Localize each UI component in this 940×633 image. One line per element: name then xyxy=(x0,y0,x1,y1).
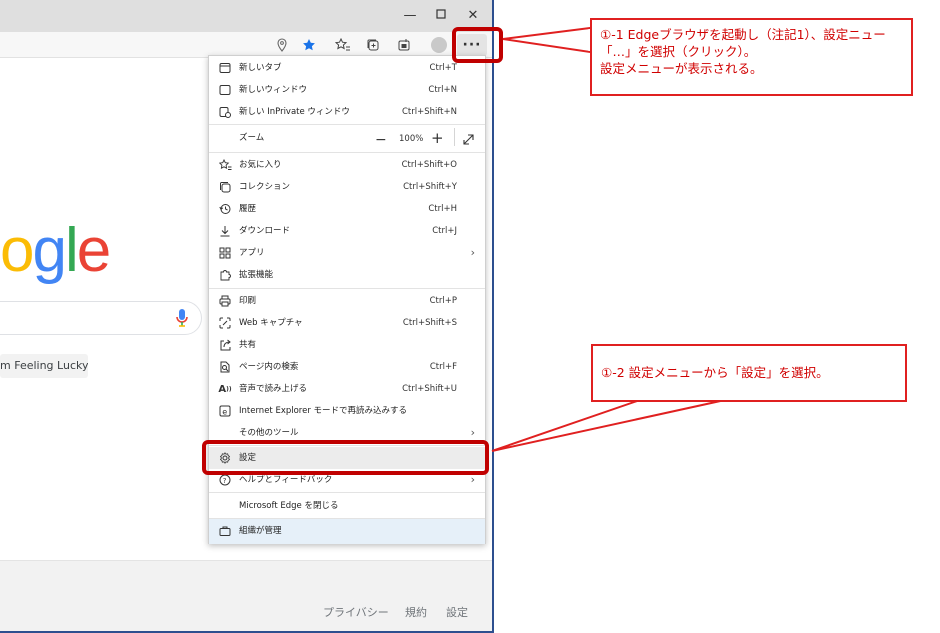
screenshot-stage: — ✕ ··· ogle m Feeling Lucky プライバシー 規約 設… xyxy=(0,0,940,633)
callout-step-2-line-1: ①-2 設定メニューから「設定」を選択。 xyxy=(601,365,829,380)
callout-step-2: ①-2 設定メニューから「設定」を選択。 xyxy=(591,344,907,402)
callout-step-1-line-1: ①-1 Edgeブラウザを起動し（注記1）、設定ニュー xyxy=(600,27,886,42)
callout-step-1-line-3: 設定メニューが表示される。 xyxy=(600,61,763,76)
callout-step-1-line-2: 「…」を選択（クリック）。 xyxy=(600,44,757,59)
callout-step-1: ①-1 Edgeブラウザを起動し（注記1）、設定ニュー 「…」を選択（クリック）… xyxy=(590,18,913,96)
